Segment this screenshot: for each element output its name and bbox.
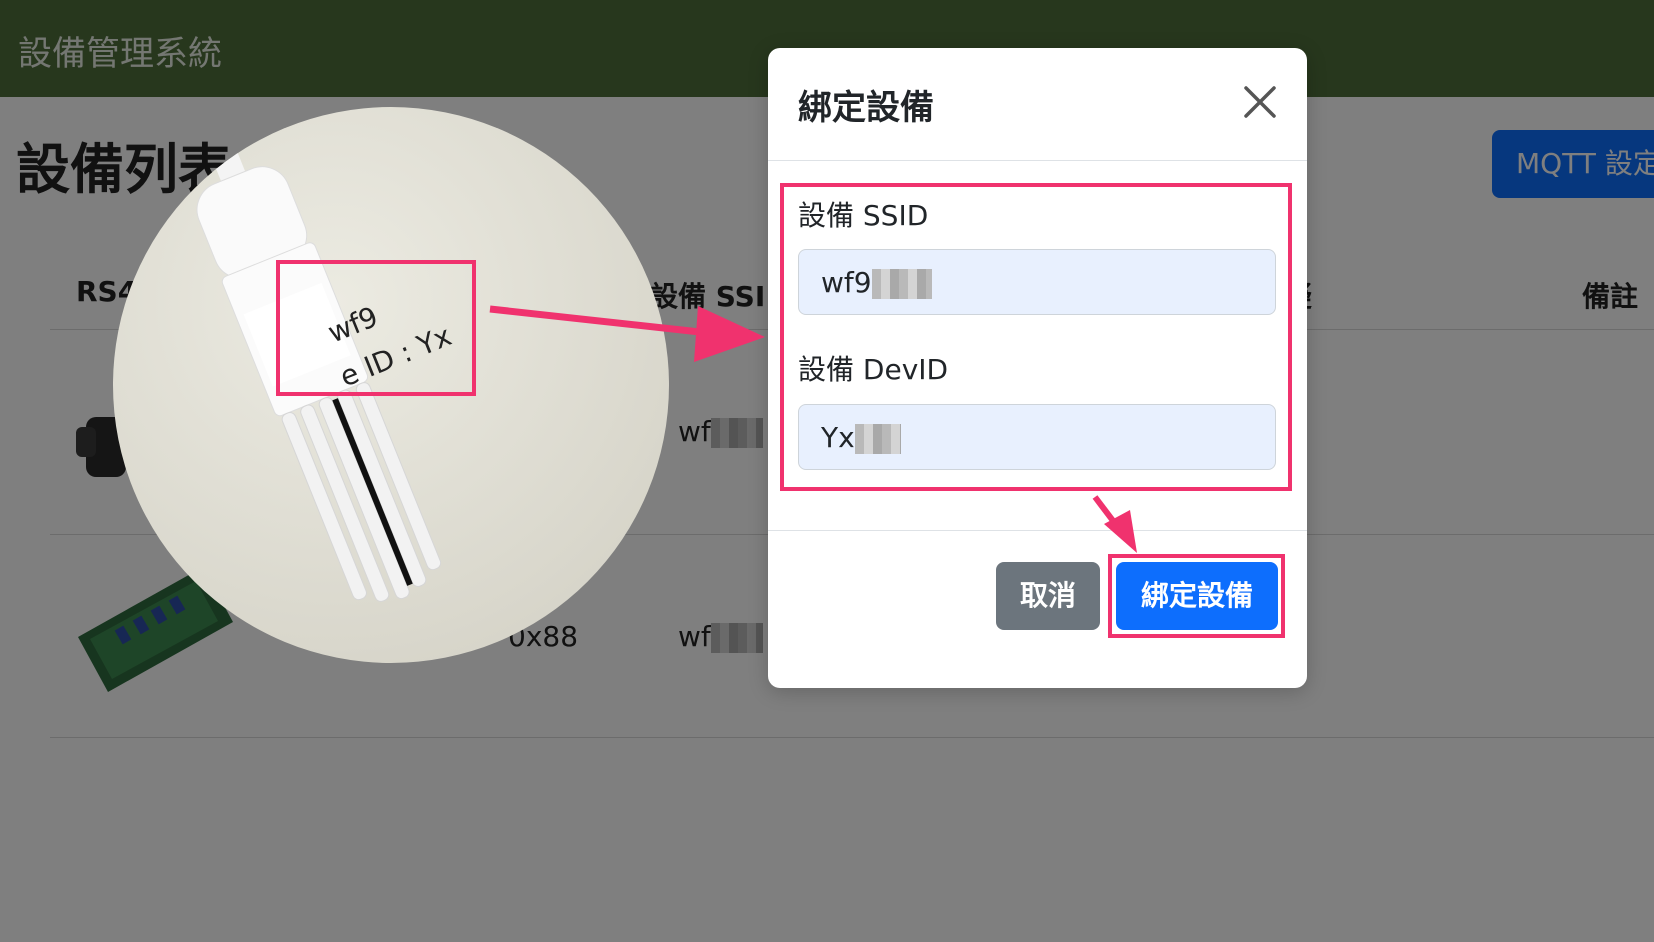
annotation-arrows (489, 305, 1137, 553)
arrow-head (694, 306, 765, 362)
arrow-to-fields (489, 305, 701, 336)
